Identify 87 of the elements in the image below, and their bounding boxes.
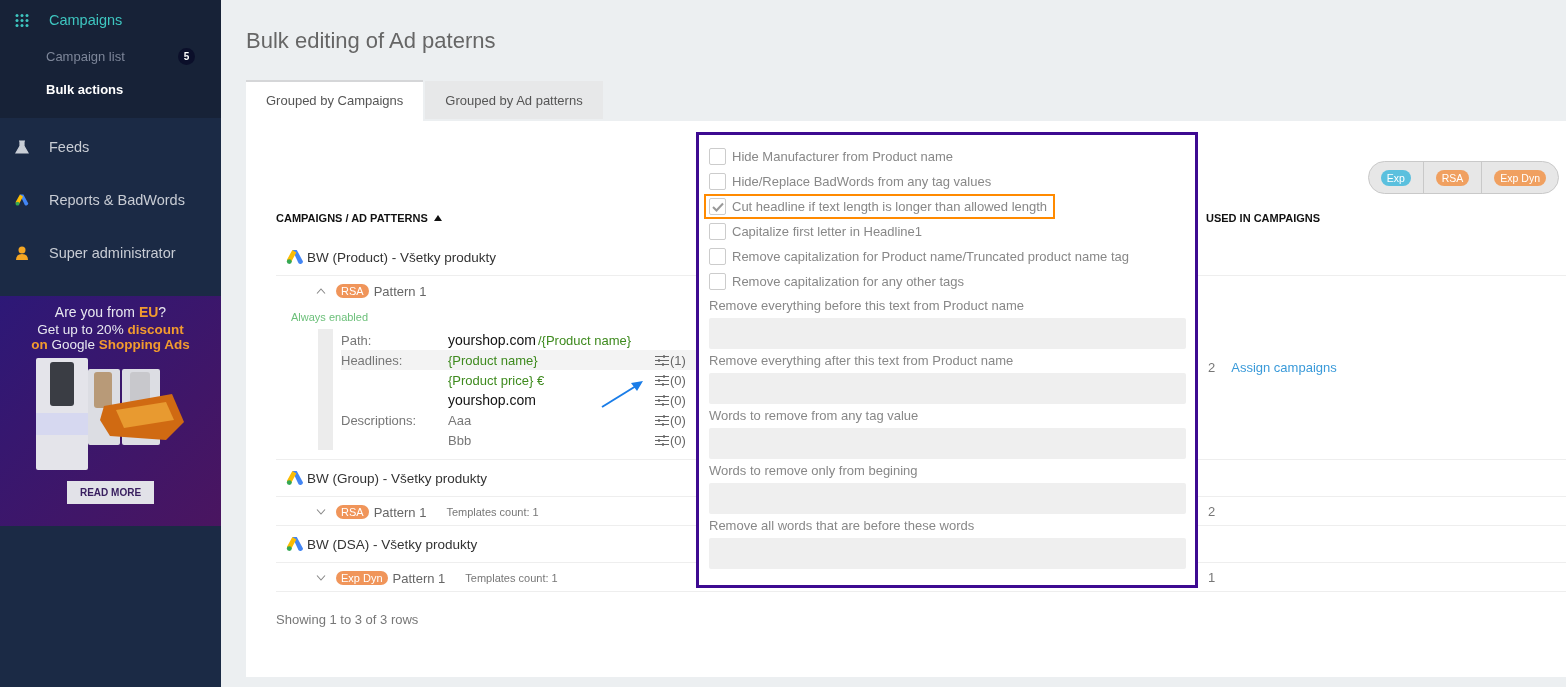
- checkbox-label: Remove capitalization for Product name/Truncated product name tag: [732, 249, 1129, 264]
- template-row[interactable]: yourshop.com (0): [341, 390, 701, 410]
- options-count: (1): [670, 352, 686, 368]
- options-count: (0): [670, 432, 686, 448]
- grid-icon: [15, 13, 29, 27]
- tab[interactable]: Grouped by Campaigns: [246, 80, 424, 121]
- checkbox-label: Remove capitalization for any other tags: [732, 274, 964, 289]
- sliders-icon[interactable]: [655, 374, 669, 386]
- sidebar-subitem[interactable]: Bulk actions: [0, 73, 221, 106]
- sidebar-item[interactable]: Campaigns: [0, 0, 221, 40]
- count-badge: 5: [178, 48, 195, 65]
- sliders-icon[interactable]: [655, 434, 669, 446]
- chevron-up-icon[interactable]: [316, 288, 326, 294]
- type-badge: RSA: [1435, 169, 1470, 186]
- options-count: (0): [670, 392, 686, 408]
- sliders-icon[interactable]: [655, 354, 669, 366]
- sidebar-item[interactable]: Super administrator: [0, 226, 221, 279]
- usage-count: 2: [1208, 503, 1216, 519]
- checkbox-label: Cut headline if text length is longer than allowed length: [732, 199, 1048, 214]
- checkbox[interactable]: [709, 223, 726, 240]
- template-text: yourshop.com: [448, 392, 536, 408]
- campaign-name: BW (DSA) - Všetky produkty: [307, 536, 478, 552]
- type-badge: Exp Dyn: [336, 571, 388, 585]
- type-badge: RSA: [336, 505, 369, 519]
- google-ads-icon: [286, 470, 304, 486]
- column-header[interactable]: CAMPAIGNS / AD PATTERNS: [276, 212, 428, 224]
- checkbox[interactable]: [709, 148, 726, 165]
- template-text: Aaa: [448, 412, 472, 428]
- template-row[interactable]: Bbb (0): [341, 430, 701, 450]
- templates-count: Templates count: 1: [446, 506, 539, 518]
- column-header[interactable]: USED IN CAMPAIGNS: [1206, 212, 1321, 224]
- promo-offer: Get up to 20% discount on Google Shopping Ads: [31, 322, 190, 352]
- sidebar-item[interactable]: Reports & BadWords: [0, 173, 221, 226]
- type-badge: Exp: [1380, 169, 1411, 186]
- checkbox[interactable]: [709, 198, 726, 215]
- sidebar-item[interactable]: Feeds: [0, 120, 221, 173]
- checkbox-label: Hide Manufacturer from Product name: [732, 149, 954, 164]
- google-ads-icon: [286, 249, 304, 265]
- flask-icon: [15, 139, 29, 154]
- pattern-name: Pattern 1: [373, 283, 427, 299]
- checkbox-label: Hide/Replace BadWords from any tag values: [732, 174, 992, 189]
- field-label: Remove everything before this text from Product name: [709, 298, 1026, 315]
- sort-icon[interactable]: [433, 215, 442, 221]
- pattern-name: Pattern 1: [392, 570, 446, 586]
- field-label: Remove everything after this text from Product name: [709, 353, 1015, 370]
- template-text: Bbb: [448, 432, 472, 448]
- checkbox[interactable]: [709, 273, 726, 290]
- pointer-arrow: [600, 379, 644, 409]
- campaign-name: BW (Product) - Všetky produkty: [307, 249, 497, 265]
- usage-count: 2: [1208, 360, 1216, 375]
- field-label: Path:: [341, 332, 373, 348]
- sidebar-subitem[interactable]: Campaign list 5: [0, 40, 221, 73]
- sliders-icon[interactable]: [655, 414, 669, 426]
- pattern-name: Pattern 1: [373, 504, 427, 520]
- templates-count: Templates count: 1: [465, 572, 558, 584]
- field-label: Descriptions:: [341, 412, 417, 428]
- options-count: (0): [670, 372, 686, 388]
- type-badge: Exp Dyn: [1494, 169, 1546, 186]
- template-text: {Product name}: [448, 352, 538, 368]
- template-row[interactable]: {Product price} € (0): [341, 370, 701, 390]
- field-label: Words to remove only from begining: [709, 463, 919, 480]
- person-icon: [15, 245, 29, 260]
- usage-count: 1: [1208, 569, 1216, 585]
- tab[interactable]: Grouped by Ad patterns: [425, 81, 603, 121]
- checkbox-label: Capitalize first letter in Headline1: [732, 224, 923, 239]
- campaign-name: BW (Group) - Všetky produkty: [307, 470, 488, 486]
- pagination-info: Showing 1 to 3 of 3 rows: [276, 612, 420, 627]
- checkbox[interactable]: [709, 173, 726, 190]
- chevron-down-icon[interactable]: [316, 509, 326, 515]
- options-count: (0): [670, 412, 686, 428]
- checkbox[interactable]: [709, 248, 726, 265]
- chevron-down-icon[interactable]: [316, 575, 326, 581]
- promo-question: Are you from EU?: [54, 304, 167, 320]
- field-label: Remove all words that are before these words: [709, 518, 976, 535]
- template-row[interactable]: Descriptions: Aaa (0): [341, 410, 701, 430]
- sliders-icon[interactable]: [655, 394, 669, 406]
- page-title: Bulk editing of Ad paterns: [246, 28, 497, 54]
- google-ads-icon: [286, 536, 304, 552]
- field-label: Words to remove from any tag value: [709, 408, 920, 425]
- field-label: Headlines:: [341, 352, 403, 368]
- read-more-button[interactable]: READ MORE: [66, 481, 155, 504]
- path-suffix: /{Product name}: [537, 333, 632, 348]
- status-text: Always enabled: [290, 311, 370, 323]
- type-badge: RSA: [336, 284, 369, 298]
- google-ads-icon: [15, 191, 29, 208]
- template-text: {Product price} €: [448, 372, 545, 388]
- path-domain: yourshop.com: [448, 332, 536, 348]
